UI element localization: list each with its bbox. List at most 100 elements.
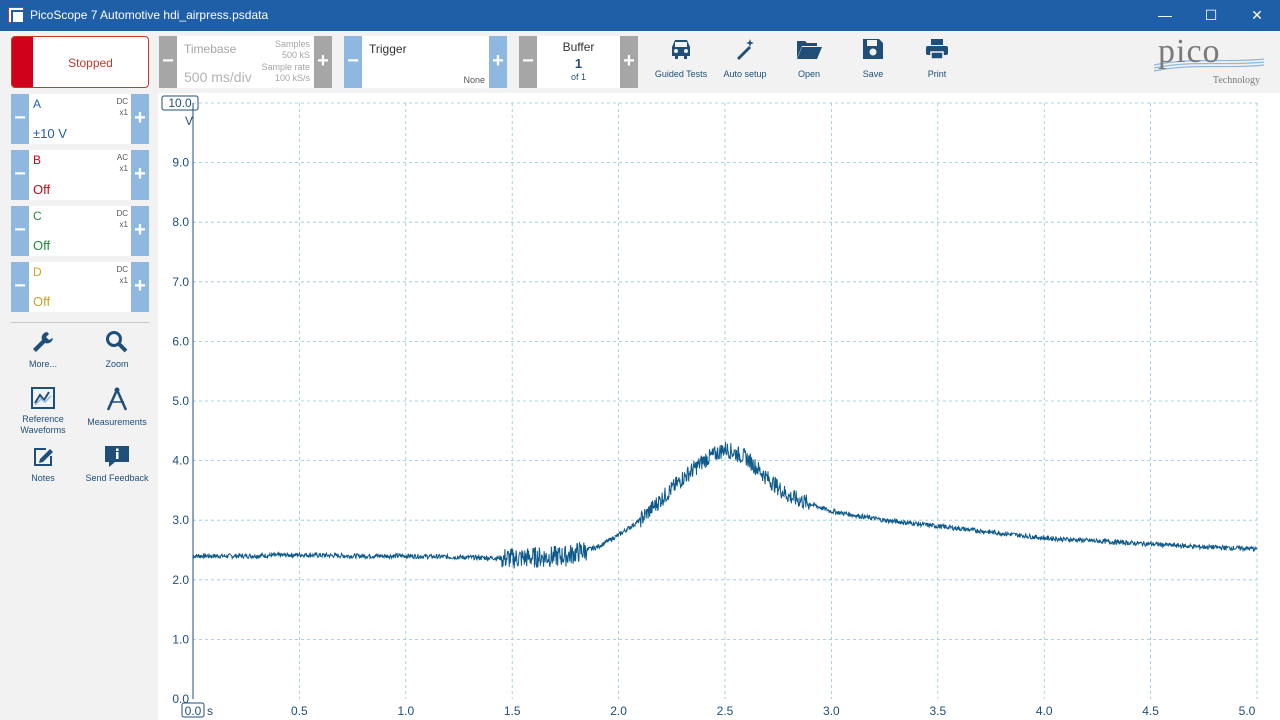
pico-logo: pico Technology — [1150, 33, 1268, 89]
trigger-control[interactable]: Trigger None — [362, 36, 489, 88]
notes-button[interactable]: Notes — [8, 444, 78, 484]
floppy-disk-icon — [863, 39, 883, 59]
maximize-button[interactable]: ☐ — [1188, 0, 1234, 31]
y-tick-label: 10.0 — [168, 96, 192, 110]
measurements-button[interactable]: Measurements — [82, 386, 152, 428]
channel-a-settings[interactable]: A DC x1 ±10 V — [29, 94, 131, 144]
y-tick-label: 2.0 — [172, 573, 189, 587]
samples-label: Samples — [274, 39, 310, 49]
trigger-mode: None — [463, 75, 485, 85]
channel-d-coupling: DC — [116, 265, 128, 274]
zoom-icon — [106, 331, 128, 353]
channel-c-settings[interactable]: C DC x1 Off — [29, 206, 131, 256]
trigger-decrease-button[interactable]: − — [344, 36, 362, 88]
channel-c-increase-button[interactable]: + — [131, 206, 149, 256]
channel-b-coupling: AC — [116, 153, 128, 162]
reference-waveforms-button[interactable]: Reference Waveforms — [8, 386, 78, 436]
channel-a-coupling: DC — [116, 97, 128, 106]
oscilloscope-chart[interactable]: 0.0 1.0 2.0 3.0 4.0 5.0 6.0 7.0 8.0 9.0 10.0 0.0 0.… — [158, 93, 1280, 720]
y-tick-label: 6.0 — [172, 334, 189, 348]
y-tick-label: 9.0 — [172, 156, 189, 170]
reference-waveforms-icon — [31, 387, 55, 409]
wrench-icon — [33, 332, 53, 352]
channel-c-panel: − C DC x1 Off + — [11, 206, 149, 256]
timebase-increase-button[interactable]: + — [314, 36, 332, 88]
x-tick-label: 2.0 — [610, 704, 627, 718]
x-tick-label: 4.5 — [1142, 704, 1159, 718]
title-bar: PicoScope 7 Automotive hdi_airpress.psda… — [0, 0, 1280, 31]
x-axis-ticks: 0.0 0.5 1.0 1.5 2.0 2.5 3.0 3.5 4.0 4.5 5.0 — [181, 702, 1256, 718]
channel-c-range: Off — [33, 238, 51, 253]
sample-rate-value: 100 kS/s — [274, 73, 310, 83]
channel-a-increase-button[interactable]: + — [131, 94, 149, 144]
open-button[interactable]: Open — [777, 37, 841, 79]
run-stop-indicator — [12, 37, 33, 87]
auto-setup-button[interactable]: Auto setup — [713, 37, 777, 79]
x-axis-unit: s — [207, 704, 213, 718]
channel-c-coupling-block: DC x1 — [116, 208, 128, 230]
toolbar: − Timebase 500 ms/div Samples 500 kS Sam… — [0, 31, 1280, 93]
x-tick-label: 3.5 — [929, 704, 946, 718]
channel-c-decrease-button[interactable]: − — [11, 206, 29, 256]
pico-logo-sub: Technology — [1212, 75, 1260, 86]
buffer-next-button[interactable]: + — [620, 36, 638, 88]
channel-d-decrease-button[interactable]: − — [11, 262, 29, 312]
y-tick-label: 8.0 — [172, 215, 189, 229]
channel-b-decrease-button[interactable]: − — [11, 150, 29, 200]
trigger-increase-button[interactable]: + — [489, 36, 507, 88]
x-tick-label: 1.5 — [504, 704, 521, 718]
y-tick-label: 3.0 — [172, 513, 189, 527]
channel-b-name: B — [33, 153, 42, 167]
channel-d-settings[interactable]: D DC x1 Off — [29, 262, 131, 312]
channel-c-coupling: DC — [116, 209, 128, 218]
run-stop-label: Stopped — [68, 56, 113, 70]
y-tick-label: 1.0 — [172, 632, 189, 646]
channel-a-panel: − A DC x1 ±10 V + — [11, 94, 149, 144]
channel-a-probe: x1 — [119, 108, 128, 117]
timebase-decrease-button[interactable]: − — [159, 36, 177, 88]
buffer-current: 1 — [574, 56, 583, 71]
close-button[interactable]: ✕ — [1234, 0, 1280, 31]
channel-d-increase-button[interactable]: + — [131, 262, 149, 312]
window-title: PicoScope 7 Automotive hdi_airpress.psda… — [30, 8, 269, 22]
guided-tests-label: Guided Tests — [654, 69, 708, 79]
samples-value: 500 kS — [281, 50, 310, 60]
buffer-previous-button[interactable]: − — [519, 36, 537, 88]
y-tick-label: 4.0 — [172, 454, 189, 468]
x-tick-label: 2.5 — [717, 704, 734, 718]
chart-grid — [192, 102, 1258, 699]
reference-waveforms-label: Reference Waveforms — [20, 414, 66, 435]
run-stop-button[interactable]: Stopped — [11, 36, 149, 88]
channel-b-settings[interactable]: B AC x1 Off — [29, 150, 131, 200]
more-button[interactable]: More... — [8, 330, 78, 370]
y-tick-label: 7.0 — [172, 275, 189, 289]
channel-c-name: C — [33, 209, 42, 223]
more-label: More... — [28, 359, 57, 369]
x-tick-label: 4.0 — [1036, 704, 1053, 718]
x-tick-label: 5.0 — [1239, 704, 1256, 718]
feedback-icon — [105, 446, 129, 467]
notes-label: Notes — [31, 473, 55, 483]
minimize-button[interactable]: — — [1142, 0, 1188, 31]
channel-a-decrease-button[interactable]: − — [11, 94, 29, 144]
print-button[interactable]: Print — [905, 37, 969, 79]
send-feedback-button[interactable]: Send Feedback — [82, 444, 152, 484]
print-label: Print — [927, 69, 947, 79]
car-icon — [672, 40, 690, 59]
zoom-label: Zoom — [105, 359, 129, 369]
x-tick-label: 3.0 — [823, 704, 840, 718]
zoom-button[interactable]: Zoom — [82, 330, 152, 370]
channel-d-name: D — [33, 265, 42, 279]
timebase-value: 500 ms/div — [184, 69, 252, 85]
timebase-label: Timebase — [184, 42, 237, 56]
channel-d-probe: x1 — [119, 276, 128, 285]
magic-wand-icon — [737, 39, 754, 60]
measurements-icon — [106, 387, 128, 411]
guided-tests-button[interactable]: Guided Tests — [649, 37, 713, 79]
timebase-control[interactable]: Timebase 500 ms/div Samples 500 kS Sampl… — [177, 36, 314, 88]
channel-b-coupling-block: AC x1 — [117, 152, 128, 174]
channel-d-panel: − D DC x1 Off + — [11, 262, 149, 312]
channel-b-increase-button[interactable]: + — [131, 150, 149, 200]
folder-open-icon — [797, 41, 822, 59]
save-button[interactable]: Save — [841, 37, 905, 79]
